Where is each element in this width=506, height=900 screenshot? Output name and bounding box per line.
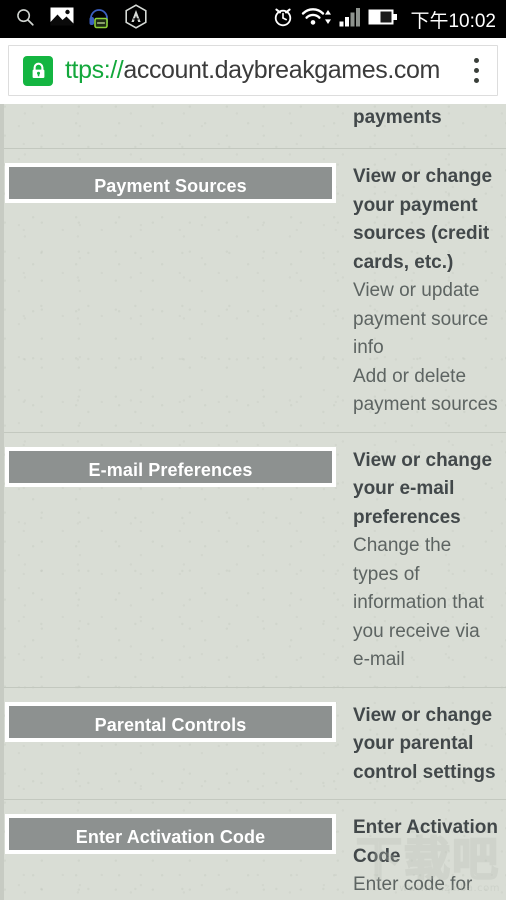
table-row: Parental Controls View or change your pa… (0, 686, 506, 800)
row-description-heading: View or change your parental control set… (353, 704, 496, 783)
row-description-cell: View or change your payment sources (cre… (353, 163, 506, 420)
url-text[interactable]: ttps://account.daybreakgames.com (65, 56, 459, 85)
status-bar-clock: 下午10:02 (410, 10, 496, 32)
url-scheme: ttps:// (65, 56, 124, 84)
table-row: Payment Sources View or change your paym… (0, 148, 506, 432)
status-bar-notification-icons (14, 4, 272, 34)
row-button-cell: E-mail Preferences (0, 446, 353, 487)
hexagon-app-icon (124, 4, 148, 34)
browser-menu-icon[interactable] (459, 58, 489, 83)
signal-bars-icon (339, 7, 361, 32)
row-button-cell: Payment Sources (0, 163, 353, 203)
account-options-list: payments Payment Sources View or change … (0, 104, 506, 900)
email-preferences-button[interactable]: E-mail Preferences (5, 446, 336, 487)
row-description-cell: View or change your parental control set… (353, 702, 506, 788)
table-row: Enter Activation Code Enter Activation C… (0, 799, 506, 900)
row-description-item: Change the types of information that you… (353, 535, 484, 670)
browser-toolbar: ttps://account.daybreakgames.com (0, 38, 506, 104)
row-description-cell: Enter Activation Code Enter code for (353, 814, 506, 900)
address-bar[interactable]: ttps://account.daybreakgames.com (8, 45, 498, 96)
phone-screen: 下午10:02 ttps://account.daybreakgames.com (0, 0, 506, 900)
web-page-content: payments Payment Sources View or change … (0, 104, 506, 900)
alarm-clock-icon (272, 5, 294, 33)
status-bar: 下午10:02 (0, 0, 506, 38)
status-bar-system-icons: 下午10:02 (272, 5, 496, 33)
headset-chat-icon (88, 5, 110, 34)
row-description-heading: View or change your payment sources (cre… (353, 166, 493, 273)
partial-row-right-cell: payments (353, 104, 506, 132)
table-row: E-mail Preferences View or change your e… (0, 431, 506, 687)
row-description-heading: Enter Activation Code (353, 817, 498, 867)
row-description-heading: View or change your e-mail preferences (353, 449, 493, 528)
row-description-cell: View or change your e-mail preferences C… (353, 447, 506, 675)
parental-controls-button[interactable]: Parental Controls (5, 701, 336, 742)
payment-sources-button[interactable]: Payment Sources (5, 163, 336, 203)
partial-row-top: payments (0, 104, 506, 148)
partial-row-description: payments (353, 107, 442, 128)
row-button-cell: Parental Controls (0, 701, 353, 742)
row-button-cell: Enter Activation Code (0, 814, 353, 854)
row-description-item: Enter code for (353, 874, 473, 895)
lock-icon[interactable] (23, 55, 53, 86)
wifi-icon (301, 6, 332, 33)
url-host: account.daybreakgames.com (123, 56, 440, 84)
search-icon (14, 6, 36, 33)
enter-activation-code-button[interactable]: Enter Activation Code (5, 814, 336, 854)
battery-icon (368, 7, 398, 32)
row-description-item: View or update payment source info (353, 280, 489, 358)
photo-icon (50, 6, 74, 32)
row-description-item: Add or delete payment sources (353, 365, 498, 416)
page-left-gutter (0, 104, 4, 900)
